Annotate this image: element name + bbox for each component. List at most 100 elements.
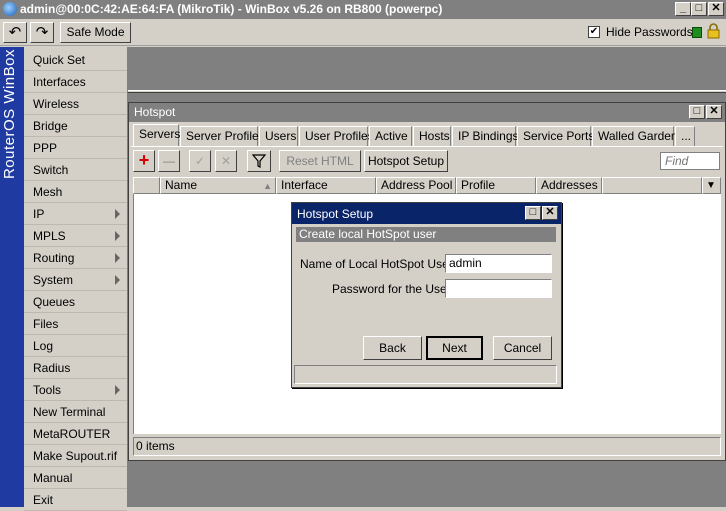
column-header-filler (602, 177, 702, 194)
disable-button[interactable]: ✕ (215, 150, 237, 172)
brand-strip: RouterOS WinBox (0, 47, 24, 507)
menu-item-label: Manual (33, 471, 73, 485)
menu-item-log[interactable]: Log (24, 335, 127, 357)
menu-item-label: New Terminal (33, 405, 106, 419)
safe-mode-button[interactable]: Safe Mode (60, 22, 131, 43)
check-mark-icon: ✔ (589, 26, 599, 37)
password-field[interactable] (445, 279, 552, 298)
add-button[interactable]: + (133, 150, 155, 172)
main-toolbar: ↶ ↷ Safe Mode ✔ Hide Passwords (0, 19, 726, 46)
enable-button[interactable]: ✓ (189, 150, 211, 172)
menu-item-label: Tools (33, 383, 62, 397)
menu-item-metarouter[interactable]: MetaROUTER (24, 423, 127, 445)
tab-server-profiles[interactable]: Server Profiles (180, 126, 265, 147)
sort-asc-icon: ▲ (263, 181, 272, 191)
menu-item-wireless[interactable]: Wireless (24, 93, 127, 115)
tab-border (131, 146, 723, 147)
column-label: Name (165, 178, 198, 192)
dialog-section-header: Create local HotSpot user (296, 227, 556, 242)
menu-item-interfaces[interactable]: Interfaces (24, 71, 127, 93)
close-button[interactable]: ✕ (708, 2, 724, 16)
submenu-arrow-icon (115, 231, 120, 241)
status-indicator-icon (692, 27, 702, 38)
menu-item-label: Make Supout.rif (33, 449, 118, 463)
hotspot-close-button[interactable]: ✕ (706, 105, 722, 119)
username-field[interactable]: admin (445, 254, 552, 273)
submenu-arrow-icon (115, 253, 120, 263)
tab-user-profiles[interactable]: User Profiles (299, 126, 374, 147)
menu-item-label: Queues (33, 295, 76, 309)
menu-item-manual[interactable]: Manual (24, 467, 127, 489)
status-bar: 0 items (133, 437, 721, 456)
menu-item-new-terminal[interactable]: New Terminal (24, 401, 127, 423)
lock-icon (707, 23, 720, 39)
menu-item-label: Wireless (33, 97, 80, 111)
menu-item-label: System (33, 273, 74, 287)
column-header-addresses[interactable]: Addresses ... (536, 177, 611, 194)
back-button[interactable]: Back (363, 336, 422, 360)
reset-html-button[interactable]: Reset HTML (279, 150, 361, 172)
menu-item-exit[interactable]: Exit (24, 489, 127, 511)
column-header-name[interactable]: Name ▲ (160, 177, 276, 194)
menu-item-tools[interactable]: Tools (24, 379, 127, 401)
maximize-button[interactable]: □ (691, 2, 707, 16)
hotspot-maximize-button[interactable]: □ (689, 105, 705, 119)
hide-passwords-label: Hide Passwords (606, 25, 693, 39)
menu-item-ip[interactable]: IP (24, 203, 127, 225)
dialog-maximize-button[interactable]: □ (525, 206, 541, 220)
hotspot-title-bar[interactable]: Hotspot □ ✕ (129, 103, 725, 122)
menu-item-label: PPP (33, 141, 58, 155)
menu-item-radius[interactable]: Radius (24, 357, 127, 379)
menu-item-label: MetaROUTER (33, 427, 111, 441)
tab-service-ports[interactable]: Service Ports (517, 126, 594, 147)
password-label: Password for the User: (332, 282, 455, 296)
tab-servers[interactable]: Servers (133, 124, 180, 147)
menu-item-files[interactable]: Files (24, 313, 127, 335)
filter-button[interactable] (247, 150, 271, 172)
next-button[interactable]: Next (426, 336, 483, 360)
menu-item-label: Mesh (33, 185, 63, 199)
menu-item-make-supout[interactable]: Make Supout.rif (24, 445, 127, 467)
column-header-flags[interactable] (133, 177, 160, 194)
tab-hosts[interactable]: Hosts (413, 126, 451, 147)
menu-item-ppp[interactable]: PPP (24, 137, 127, 159)
tab-users[interactable]: Users (259, 126, 298, 147)
menu-item-bridge[interactable]: Bridge (24, 115, 127, 137)
undo-button[interactable]: ↶ (3, 22, 27, 43)
menu-item-queues[interactable]: Queues (24, 291, 127, 313)
tab-walled-garden[interactable]: Walled Garden (592, 126, 678, 147)
window-title: admin@00:0C:42:AE:64:FA (MikroTik) - Win… (20, 2, 443, 16)
menu-item-label: Exit (33, 493, 54, 507)
find-input[interactable] (660, 152, 720, 170)
filter-icon (251, 154, 267, 168)
column-header-address-pool[interactable]: Address Pool (376, 177, 456, 194)
redo-icon: ↷ (35, 24, 49, 41)
cancel-button[interactable]: Cancel (493, 336, 552, 360)
menu-item-quick-set[interactable]: Quick Set (24, 49, 127, 71)
hotspot-setup-button[interactable]: Hotspot Setup (364, 150, 448, 172)
column-header-profile[interactable]: Profile (456, 177, 536, 194)
menu-item-label: Interfaces (33, 75, 86, 89)
name-label: Name of Local HotSpot User: (300, 257, 457, 271)
tab-active[interactable]: Active (369, 126, 412, 147)
column-chooser-dropdown[interactable]: ▼ (702, 177, 721, 194)
column-header-interface[interactable]: Interface (276, 177, 376, 194)
menu-item-switch[interactable]: Switch (24, 159, 127, 181)
menu-item-mpls[interactable]: MPLS (24, 225, 127, 247)
minimize-button[interactable]: _ (675, 2, 691, 16)
dialog-status-bar (294, 365, 557, 384)
menu-item-routing[interactable]: Routing (24, 247, 127, 269)
tab-ip-bindings[interactable]: IP Bindings (452, 126, 519, 147)
winbox-app-icon (3, 2, 17, 16)
redo-button[interactable]: ↷ (30, 22, 54, 43)
cross-icon: ✕ (220, 154, 232, 168)
menu-item-mesh[interactable]: Mesh (24, 181, 127, 203)
hide-passwords-checkbox[interactable]: ✔ (588, 26, 600, 38)
tab-more[interactable]: ... (675, 126, 695, 147)
remove-button[interactable]: — (158, 150, 180, 172)
menu-item-system[interactable]: System (24, 269, 127, 291)
dialog-close-button[interactable]: ✕ (542, 206, 558, 220)
window-title-bar[interactable]: admin@00:0C:42:AE:64:FA (MikroTik) - Win… (0, 0, 726, 19)
hotspot-setup-dialog: Hotspot Setup □ ✕ Create local HotSpot u… (291, 202, 562, 388)
dialog-title-bar[interactable]: Hotspot Setup □ ✕ (292, 203, 561, 224)
